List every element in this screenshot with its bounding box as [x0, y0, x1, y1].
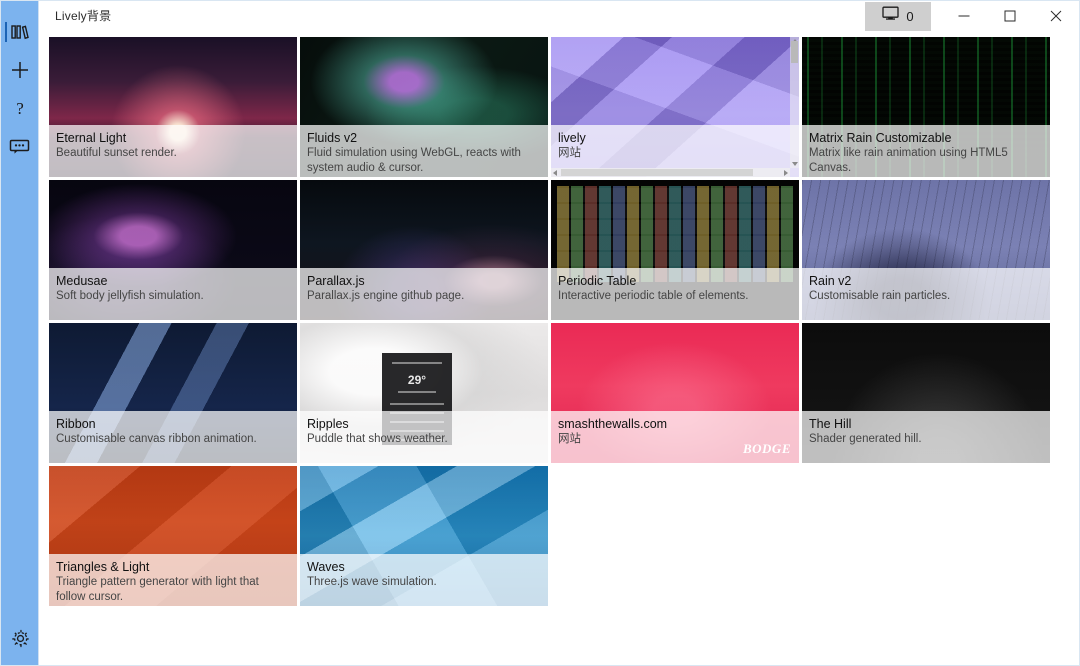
- tile-title: The Hill: [809, 416, 1043, 432]
- tile-title: Matrix Rain Customizable: [809, 130, 1043, 146]
- tile-title: Parallax.js: [307, 273, 541, 289]
- bodge-watermark: BODGE: [743, 441, 791, 457]
- tile-description: Parallax.js engine github page.: [307, 289, 541, 304]
- sidebar-item-library[interactable]: [1, 13, 39, 51]
- tile-caption: Medusae Soft body jellyfish simulation.: [49, 268, 297, 320]
- tile-description: Fluid simulation using WebGL, reacts wit…: [307, 146, 541, 176]
- tile-caption: Matrix Rain Customizable Matrix like rai…: [802, 125, 1050, 177]
- scroll-down-arrow-icon[interactable]: [792, 162, 798, 166]
- wallpaper-tile[interactable]: lively 网站: [551, 37, 799, 177]
- wallpaper-tile[interactable]: The Hill Shader generated hill.: [802, 323, 1050, 463]
- wallpaper-tile[interactable]: smashthewalls.com 网站 BODGE: [551, 323, 799, 463]
- title-bar: Lively背景 0: [39, 1, 1079, 31]
- tile-caption: Ripples Puddle that shows weather.: [300, 411, 548, 463]
- svg-text:?: ?: [16, 99, 24, 118]
- wallpaper-tile[interactable]: Medusae Soft body jellyfish simulation.: [49, 180, 297, 320]
- tile-caption: Ribbon Customisable canvas ribbon animat…: [49, 411, 297, 463]
- feedback-chat-icon: [9, 138, 30, 155]
- wallpaper-tile[interactable]: Eternal Light Beautiful sunset render.: [49, 37, 297, 177]
- lively-wallpaper-window: ?: [0, 0, 1080, 666]
- sidebar-item-help[interactable]: ?: [1, 89, 39, 127]
- wallpaper-tile[interactable]: Fluids v2 Fluid simulation using WebGL, …: [300, 37, 548, 177]
- tile-title: Waves: [307, 559, 541, 575]
- tile-caption: Parallax.js Parallax.js engine github pa…: [300, 268, 548, 320]
- tile-description: Three.js wave simulation.: [307, 575, 541, 590]
- tile-caption: Eternal Light Beautiful sunset render.: [49, 125, 297, 177]
- main-area: Lively背景 0: [39, 1, 1079, 665]
- tile-description: Beautiful sunset render.: [56, 146, 290, 161]
- tile-title: Fluids v2: [307, 130, 541, 146]
- tile-title: lively: [558, 130, 792, 146]
- monitor-icon: [882, 6, 899, 26]
- scroll-right-arrow-icon[interactable]: [784, 170, 788, 176]
- wallpaper-tile[interactable]: Triangles & Light Triangle pattern gener…: [49, 466, 297, 606]
- sidebar: ?: [1, 1, 39, 665]
- wallpaper-tile[interactable]: Matrix Rain Customizable Matrix like rai…: [802, 37, 1050, 177]
- tile-caption: Periodic Table Interactive periodic tabl…: [551, 268, 799, 320]
- tile-description: Shader generated hill.: [809, 432, 1043, 447]
- wallpaper-tile[interactable]: Waves Three.js wave simulation.: [300, 466, 548, 606]
- tile-description: Triangle pattern generator with light th…: [56, 575, 290, 605]
- tile-title: Eternal Light: [56, 130, 290, 146]
- question-mark-icon: ?: [11, 98, 29, 118]
- wallpaper-tile[interactable]: Parallax.js Parallax.js engine github pa…: [300, 180, 548, 320]
- tile-description: Puddle that shows weather.: [307, 432, 541, 447]
- vertical-scroll-thumb[interactable]: [791, 41, 798, 63]
- close-button[interactable]: [1033, 1, 1079, 31]
- tile-horizontal-scrollbar[interactable]: [551, 168, 790, 177]
- tile-caption: Waves Three.js wave simulation.: [300, 554, 548, 606]
- wallpaper-tile[interactable]: Rain v2 Customisable rain particles.: [802, 180, 1050, 320]
- app-title: Lively背景: [55, 1, 111, 31]
- wallpaper-grid: Eternal Light Beautiful sunset render. F…: [49, 37, 1079, 606]
- sidebar-item-feedback[interactable]: [1, 127, 39, 165]
- screen-count-value: 0: [906, 9, 913, 24]
- close-icon: [1050, 10, 1062, 22]
- library-icon: [10, 24, 29, 40]
- wallpaper-tile[interactable]: Ribbon Customisable canvas ribbon animat…: [49, 323, 297, 463]
- tile-description: Soft body jellyfish simulation.: [56, 289, 290, 304]
- tile-title: Medusae: [56, 273, 290, 289]
- tile-caption: Triangles & Light Triangle pattern gener…: [49, 554, 297, 606]
- tile-title: Periodic Table: [558, 273, 792, 289]
- screen-count-button[interactable]: 0: [865, 2, 931, 31]
- tile-description: Customisable rain particles.: [809, 289, 1043, 304]
- sidebar-item-settings[interactable]: [1, 619, 39, 657]
- sidebar-item-add[interactable]: [1, 51, 39, 89]
- tile-title: Triangles & Light: [56, 559, 290, 575]
- wallpaper-tile[interactable]: 29° Ripples Puddle that shows weather.: [300, 323, 548, 463]
- minimize-icon: [958, 10, 970, 22]
- tile-title: Rain v2: [809, 273, 1043, 289]
- tile-title: smashthewalls.com: [558, 416, 792, 432]
- tile-description: Matrix like rain animation using HTML5 C…: [809, 146, 1043, 176]
- tile-description: 网站: [558, 146, 792, 161]
- tile-vertical-scrollbar[interactable]: [790, 37, 799, 168]
- maximize-icon: [1004, 10, 1016, 22]
- tile-description: Interactive periodic table of elements.: [558, 289, 792, 304]
- minimize-button[interactable]: [941, 1, 987, 31]
- gear-icon: [11, 629, 30, 648]
- weather-temperature: 29°: [382, 373, 452, 387]
- tile-title: Ripples: [307, 416, 541, 432]
- maximize-button[interactable]: [987, 1, 1033, 31]
- tile-caption: Fluids v2 Fluid simulation using WebGL, …: [300, 125, 548, 177]
- tile-description: Customisable canvas ribbon animation.: [56, 432, 290, 447]
- tile-caption: smashthewalls.com 网站 BODGE: [551, 411, 799, 463]
- tile-caption: Rain v2 Customisable rain particles.: [802, 268, 1050, 320]
- plus-icon: [10, 60, 30, 80]
- wallpaper-tile[interactable]: Periodic Table Interactive periodic tabl…: [551, 180, 799, 320]
- library-content: Eternal Light Beautiful sunset render. F…: [39, 31, 1079, 665]
- tile-title: Ribbon: [56, 416, 290, 432]
- tile-caption: The Hill Shader generated hill.: [802, 411, 1050, 463]
- scroll-left-arrow-icon[interactable]: [553, 170, 557, 176]
- horizontal-scroll-thumb[interactable]: [561, 169, 753, 176]
